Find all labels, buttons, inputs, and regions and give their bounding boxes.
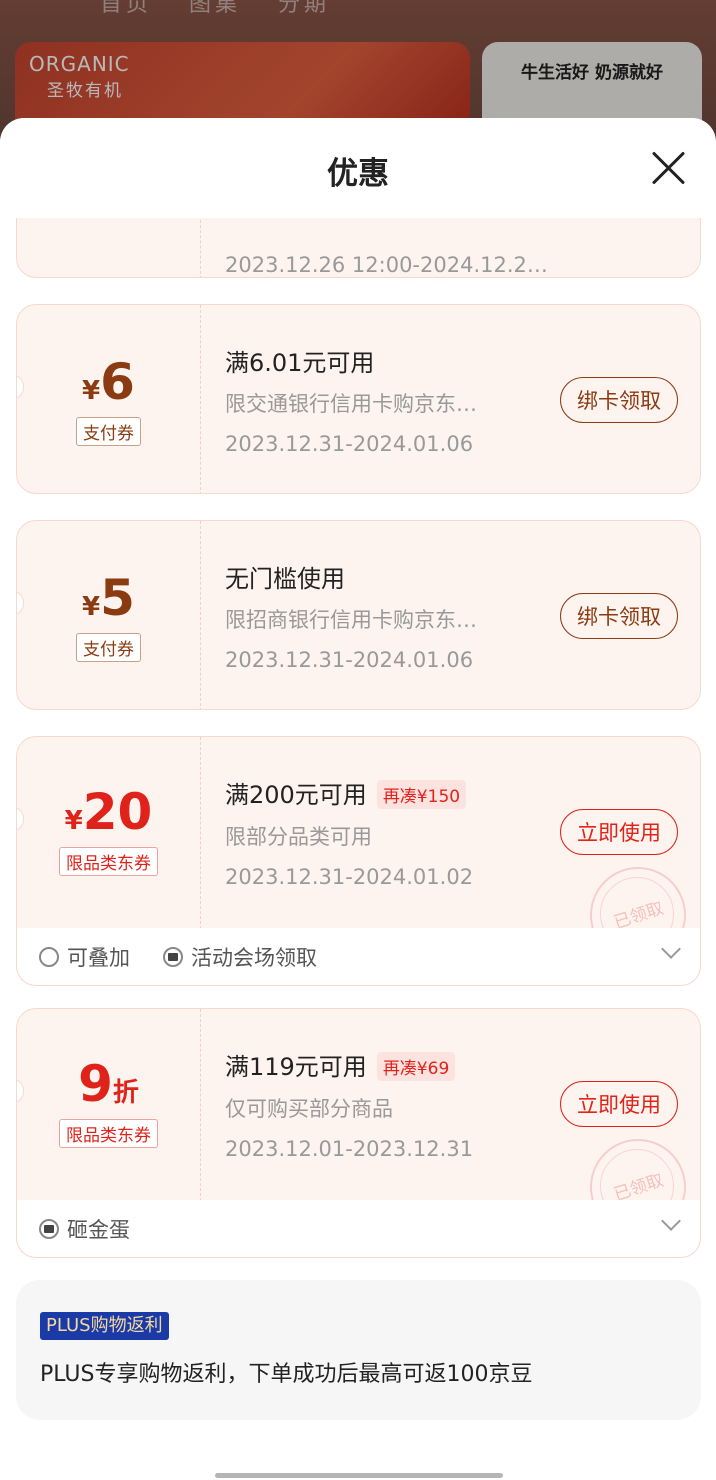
chevron-down-icon[interactable] [661, 1211, 681, 1231]
coupon-amount: 9折 [78, 1055, 139, 1113]
coupon-card: 9折 限品类东券 满119元可用 再凑¥69 仅可购买部分商品 2023.12.0… [16, 1008, 701, 1200]
plus-rebate-card: PLUS购物返利 PLUS专享购物返利，下单成功后最高可返100京豆 [16, 1280, 701, 1420]
source-label: 砸金蛋 [39, 1214, 130, 1244]
coupon-card: ¥6 支付券 满6.01元可用 限交通银行信用卡购京东… 2023.12.31-… [16, 304, 701, 494]
coupon-desc: 仅可购买部分商品 [225, 1096, 393, 1121]
ticket-icon [163, 947, 183, 967]
stack-icon [39, 947, 59, 967]
bind-card-claim-button[interactable]: 绑卡领取 [560, 377, 678, 423]
coupon-condition: 满200元可用 再凑¥150 [225, 775, 473, 811]
coupon-desc: 限部分品类可用 [225, 824, 372, 849]
coupon-list[interactable]: 2023.12.26 12:00-2024.12.2… ¥6 支付券 满6.01… [0, 218, 716, 1480]
coupon-amount: ¥5 [82, 569, 135, 627]
use-now-button[interactable]: 立即使用 [560, 809, 678, 855]
sheet-title: 优惠 [327, 156, 389, 192]
discount-sheet: 优惠 2023.12.26 12:00-2024.12.2… ¥6 支付券 满6… [0, 118, 716, 1480]
coupon-condition: 满6.01元可用 [225, 349, 375, 377]
coupon-condition: 满119元可用 再凑¥69 [225, 1047, 473, 1083]
close-icon[interactable] [648, 148, 688, 188]
coupon-period: 2023.12.26 12:00-2024.12.2… [225, 253, 548, 277]
top-up-tag: 再凑¥69 [376, 1051, 456, 1081]
top-up-tag: 再凑¥150 [376, 779, 467, 809]
coupon-type-tag: 限品类东券 [59, 847, 158, 876]
sheet-header: 优惠 [0, 118, 716, 218]
bind-card-claim-button[interactable]: 绑卡领取 [560, 593, 678, 639]
coupon-period: 2023.12.31-2024.01.06 [225, 432, 474, 456]
coupon-type-tag: 支付券 [76, 633, 141, 662]
home-indicator[interactable] [215, 1473, 503, 1478]
coupon-amount: ¥20 [64, 783, 153, 841]
coupon-desc: 限交通银行信用卡购京东… [225, 392, 477, 416]
coupon-type-tag: 支付券 [76, 417, 141, 446]
plus-rebate-text: PLUS专享购物返利，下单成功后最高可返100京豆 [40, 1362, 533, 1387]
coupon-desc: 限招商银行信用卡购京东… [225, 608, 477, 632]
coupon-card: ¥20 限品类东券 满200元可用 再凑¥150 限部分品类可用 2023.12.… [16, 736, 701, 928]
coupon-footer: 砸金蛋 [16, 1200, 701, 1258]
coupon-condition: 无门槛使用 [225, 565, 345, 593]
coupon-card: ¥5 支付券 无门槛使用 限招商银行信用卡购京东… 2023.12.31-202… [16, 520, 701, 710]
coupon-period: 2023.12.31-2024.01.02 [225, 864, 474, 889]
coupon-card-partial: 2023.12.26 12:00-2024.12.2… [16, 218, 701, 278]
coupon-amount: ¥6 [82, 353, 135, 411]
source-label: 活动会场领取 [163, 942, 317, 972]
coupon-period: 2023.12.01-2023.12.31 [225, 1136, 474, 1161]
coupon-type-tag: 限品类东券 [59, 1119, 158, 1148]
claimed-stamp: 已领取 [590, 1139, 686, 1200]
stackable-label: 可叠加 [39, 942, 130, 972]
claimed-stamp: 已领取 [590, 867, 686, 928]
plus-badge: PLUS购物返利 [40, 1312, 169, 1340]
use-now-button[interactable]: 立即使用 [560, 1081, 678, 1127]
coupon-footer: 可叠加 活动会场领取 [16, 928, 701, 986]
coupon-period: 2023.12.31-2024.01.06 [225, 648, 474, 672]
chevron-down-icon[interactable] [661, 939, 681, 959]
ticket-icon [39, 1219, 59, 1239]
